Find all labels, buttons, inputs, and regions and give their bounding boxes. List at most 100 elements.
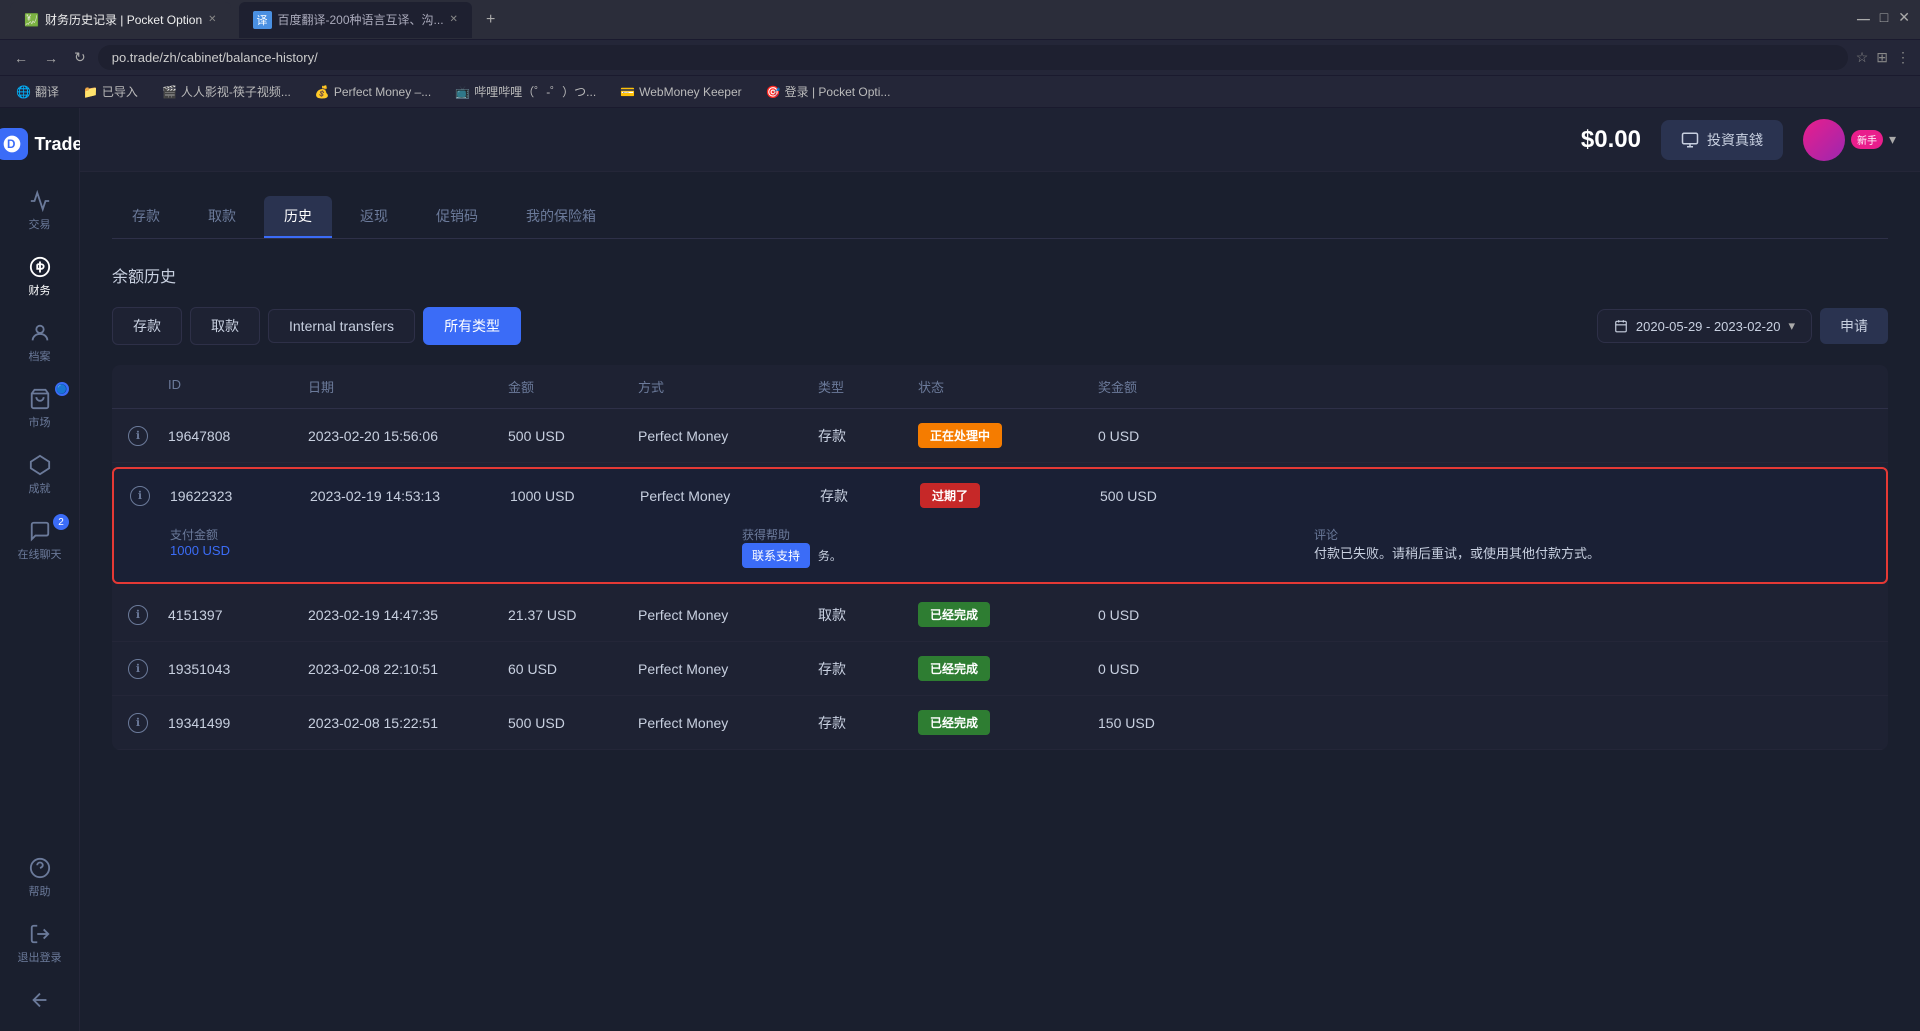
balance-display: $0.00 [1581, 126, 1641, 154]
sidebar-item-chat[interactable]: 2 在线聊天 [0, 510, 79, 572]
sidebar: D Trade 交易 财务 档案 市场 🔵 [0, 108, 80, 1031]
bookmark-webmoney-icon: 💳 [620, 85, 635, 99]
tab-cashback[interactable]: 返现 [340, 196, 408, 238]
row5-date: 2023-02-08 15:22:51 [308, 715, 508, 731]
win-close[interactable]: ✕ [1898, 9, 1910, 30]
sidebar-item-logout[interactable]: 退出登录 [18, 913, 62, 975]
forward-button[interactable]: → [40, 50, 62, 66]
row3-status-badge: 已经完成 [918, 602, 990, 627]
transaction-table: ID 日期 金额 方式 类型 状态 奖金额 ℹ 19647808 2023-02… [112, 365, 1888, 750]
address-bar-row: ← → ↻ ☆ ⊞ ⋮ [0, 40, 1920, 76]
avatar-badge: 新手 [1851, 130, 1883, 149]
win-minimize[interactable]: ─ [1857, 9, 1870, 30]
sidebar-item-profile[interactable]: 档案 [0, 312, 79, 374]
refresh-button[interactable]: ↻ [70, 49, 90, 66]
bookmark-perfectmoney[interactable]: 💰 Perfect Money –... [309, 83, 437, 101]
sidebar-item-logout-label: 退出登录 [18, 949, 62, 965]
menu-icon[interactable]: ⋮ [1896, 49, 1910, 66]
bookmark-renren[interactable]: 🎬 人人影视-筷子视频... [156, 81, 297, 102]
question-icon [29, 857, 51, 879]
filter-all[interactable]: 所有类型 [423, 307, 521, 345]
tab-withdraw[interactable]: 取款 [188, 196, 256, 238]
bookmark-translate[interactable]: 🌐 翻译 [10, 81, 65, 102]
payment-detail: 支付金额 1000 USD [170, 526, 726, 568]
tab-vault[interactable]: 我的保险箱 [506, 196, 616, 238]
avatar-wrapper[interactable]: 新手 ▾ [1803, 119, 1896, 161]
invest-icon [1681, 131, 1699, 149]
user-icon [29, 322, 51, 344]
invest-button[interactable]: 投資真錢 [1661, 120, 1783, 160]
bookmark-pm-label: Perfect Money –... [334, 85, 431, 99]
row2-status: 过期了 [920, 483, 1100, 508]
address-bar-icons: ☆ ⊞ ⋮ [1856, 49, 1910, 66]
sidebar-item-trading[interactable]: 交易 [0, 180, 79, 242]
sidebar-item-market[interactable]: 市场 🔵 [0, 378, 79, 440]
filter-internal[interactable]: Internal transfers [268, 309, 415, 343]
bookmark-imported[interactable]: 📁 已导入 [77, 81, 144, 102]
row5-status: 已经完成 [918, 710, 1098, 735]
info-icon-row3[interactable]: ℹ [128, 605, 148, 625]
sidebar-item-help[interactable]: 帮助 [18, 847, 62, 909]
tab-deposit[interactable]: 存款 [112, 196, 180, 238]
comment-detail: 评论 付款已失败。请稍后重试，或使用其他付款方式。 [1314, 526, 1870, 568]
table-row-expanded: ℹ 19622323 2023-02-19 14:53:13 1000 USD … [112, 467, 1888, 584]
row3-type: 取款 [818, 605, 918, 625]
tab-1-close[interactable]: ✕ [208, 14, 216, 25]
tab-1-title: 财务历史记录 | Pocket Option [45, 11, 202, 28]
row4-date: 2023-02-08 22:10:51 [308, 661, 508, 677]
new-tab-button[interactable]: + [480, 11, 501, 29]
row5-method: Perfect Money [638, 715, 818, 731]
tab-1[interactable]: 💹 财务历史记录 | Pocket Option ✕ [10, 2, 231, 38]
row4-amount: 60 USD [508, 661, 638, 677]
tab-promo[interactable]: 促销码 [416, 196, 498, 238]
row2-status-badge: 过期了 [920, 483, 980, 508]
row4-type: 存款 [818, 659, 918, 679]
col-bonus: 奖金额 [1098, 377, 1218, 396]
tab-history[interactable]: 历史 [264, 196, 332, 238]
sidebar-item-achievements[interactable]: 成就 [0, 444, 79, 506]
filter-withdraw[interactable]: 取款 [190, 307, 260, 345]
info-icon-row4[interactable]: ℹ [128, 659, 148, 679]
chat-badge: 2 [53, 514, 69, 530]
row4-status: 已经完成 [918, 656, 1098, 681]
date-range-text: 2020-05-29 - 2023-02-20 [1636, 319, 1781, 334]
bookmark-pocket[interactable]: 🎯 登录 | Pocket Opti... [760, 81, 897, 102]
payment-value: 1000 USD [170, 543, 726, 558]
bookmarks-bar: 🌐 翻译 📁 已导入 🎬 人人影视-筷子视频... 💰 Perfect Mone… [0, 76, 1920, 108]
extensions-icon[interactable]: ⊞ [1876, 49, 1888, 66]
back-button[interactable]: ← [10, 50, 32, 66]
logo[interactable]: D Trade [0, 118, 83, 180]
filter-deposit[interactable]: 存款 [112, 307, 182, 345]
tab-2-close[interactable]: ✕ [450, 14, 458, 25]
info-icon-row2[interactable]: ℹ [130, 486, 150, 506]
apply-button[interactable]: 申请 [1820, 308, 1888, 344]
tab-2-favicon: 译 [253, 11, 272, 29]
bookmark-bilibili-label: 哔哩哔哩（゜-゜）つ... [474, 83, 596, 100]
tab-2[interactable]: 译 百度翻译-200种语言互译、沟... ✕ [239, 2, 472, 38]
row5-id: 19341499 [168, 715, 308, 731]
win-maximize[interactable]: □ [1880, 9, 1888, 30]
row5-amount: 500 USD [508, 715, 638, 731]
app-header: $0.00 投資真錢 新手 ▾ [80, 108, 1920, 172]
info-icon-row1[interactable]: ℹ [128, 426, 148, 446]
diamond-icon [29, 454, 51, 476]
row3-bonus: 0 USD [1098, 607, 1218, 623]
bookmark-pocket-icon: 🎯 [766, 85, 781, 99]
info-icon-row5[interactable]: ℹ [128, 713, 148, 733]
sidebar-item-finance[interactable]: 财务 [0, 246, 79, 308]
support-link[interactable]: 联系支持 [742, 543, 810, 568]
bookmark-bilibili[interactable]: 📺 哔哩哔哩（゜-゜）つ... [449, 81, 602, 102]
bookmark-pm-icon: 💰 [315, 85, 330, 99]
page-tabs: 存款 取款 历史 返现 促销码 我的保险箱 [112, 196, 1888, 239]
comment-label: 评论 [1314, 526, 1870, 543]
user-avatar [1803, 119, 1845, 161]
avatar-chevron-icon: ▾ [1889, 131, 1896, 148]
bookmark-webmoney[interactable]: 💳 WebMoney Keeper [614, 83, 747, 101]
sidebar-bottom: 帮助 退出登录 [18, 847, 62, 1021]
sidebar-item-back[interactable] [18, 979, 62, 1021]
bookmark-icon[interactable]: ☆ [1856, 49, 1869, 66]
row1-status-badge: 正在处理中 [918, 423, 1002, 448]
date-picker[interactable]: 2020-05-29 - 2023-02-20 ▾ [1597, 309, 1812, 343]
address-input[interactable] [98, 45, 1848, 70]
col-status: 状态 [918, 377, 1098, 396]
